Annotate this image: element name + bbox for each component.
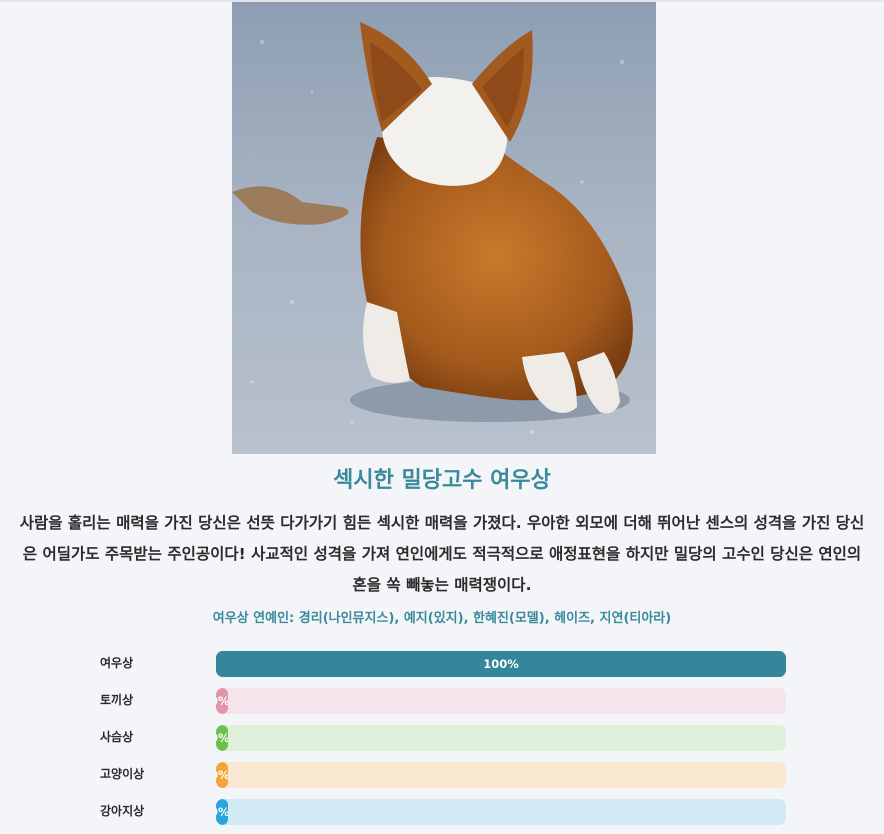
bar-percent: 0% [216,799,228,825]
bar-row-deer: 사슴상 0% [0,722,884,751]
bar-label: 강아지상 [100,804,145,818]
bar-track: 0% [216,725,786,751]
bar-label: 고양이상 [100,767,145,781]
result-description: 사람을 홀리는 매력을 가진 당신은 선뜻 다가가기 힘든 섹시한 매력을 가졌… [19,514,865,594]
bar-percent: 0% [216,762,228,788]
bar-percent: 0% [216,725,228,751]
celebrity-list: 여우상 연예인: 경리(나인뮤지스), 예지(있지), 한혜진(모델), 헤이즈… [212,611,672,626]
bar-track: 0% [216,762,786,788]
bar-percent: 0% [216,688,228,714]
bar-label: 여우상 [100,656,134,670]
bar-track: 100% [216,651,786,677]
bar-track: 0% [216,688,786,714]
result-photo [232,2,656,454]
bar-row-fox: 여우상 100% [0,648,884,677]
bar-label: 토끼상 [100,693,134,707]
bar-track: 0% [216,799,786,825]
bar-row-cat: 고양이상 0% [0,759,884,788]
bar-row-rabbit: 토끼상 0% [0,685,884,714]
bar-percent: 100% [483,657,519,671]
bar-label: 사슴상 [100,730,134,744]
result-title: 섹시한 밀당고수 여우상 [333,468,551,493]
bar-row-dog: 강아지상 0% [0,796,884,825]
